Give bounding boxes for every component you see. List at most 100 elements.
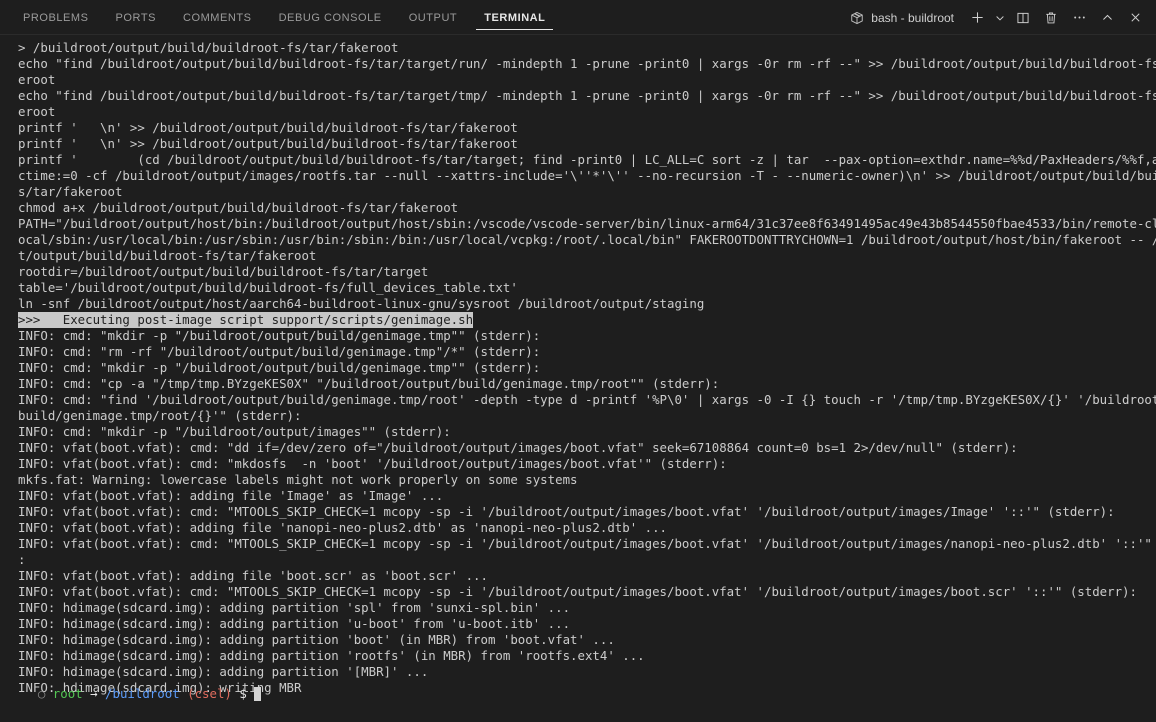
panel-actions: bash - buildroot xyxy=(846,0,1156,35)
new-terminal-button[interactable] xyxy=(964,5,990,31)
panel-tab-list: PROBLEMS PORTS COMMENTS DEBUG CONSOLE OU… xyxy=(0,0,563,35)
terminal-panel[interactable]: > /buildroot/output/build/buildroot-fs/t… xyxy=(0,35,1156,722)
terminal-line-text: INFO: cmd: "rm -rf "/buildroot/output/bu… xyxy=(18,344,541,359)
terminal-line: eroot xyxy=(18,72,1156,88)
plus-icon xyxy=(970,10,985,25)
terminal-line-text: INFO: vfat(boot.vfat): cmd: "mkdosfs -n … xyxy=(18,456,727,471)
prompt-path: /buildroot xyxy=(105,686,180,701)
terminal-line: INFO: cmd: "find '/buildroot/output/buil… xyxy=(18,392,1156,408)
prompt-user: root xyxy=(52,686,83,701)
panel-header: PROBLEMS PORTS COMMENTS DEBUG CONSOLE OU… xyxy=(0,0,1156,35)
tab-ports-label: PORTS xyxy=(115,11,156,24)
terminal-line-text: INFO: vfat(boot.vfat): adding file 'Imag… xyxy=(18,488,444,503)
terminal-line: INFO: cmd: "mkdir -p "/buildroot/output/… xyxy=(18,328,1156,344)
prompt-git-branch: (csel) xyxy=(187,686,232,701)
terminal-line: INFO: vfat(boot.vfat): cmd: "mkdosfs -n … xyxy=(18,456,1156,472)
terminal-line: INFO: hdimage(sdcard.img): adding partit… xyxy=(18,616,1156,632)
terminal-line: table='/buildroot/output/build/buildroot… xyxy=(18,280,1156,296)
tab-output[interactable]: OUTPUT xyxy=(400,0,467,35)
terminal-line-text: INFO: hdimage(sdcard.img): adding partit… xyxy=(18,616,571,631)
terminal-line: rootdir=/buildroot/output/build/buildroo… xyxy=(18,264,1156,280)
terminal-line-text: INFO: cmd: "mkdir -p "/buildroot/output/… xyxy=(18,424,451,439)
terminal-line: : xyxy=(18,552,1156,568)
terminal-line: printf ' \n' >> /buildroot/output/build/… xyxy=(18,120,1156,136)
terminal-line-text: printf ' \n' >> /buildroot/output/build/… xyxy=(18,136,518,151)
terminal-line: PATH="/buildroot/output/host/bin:/buildr… xyxy=(18,216,1156,232)
terminal-output[interactable]: > /buildroot/output/build/buildroot-fs/t… xyxy=(0,40,1156,696)
ellipsis-icon xyxy=(1072,10,1087,25)
terminal-line: INFO: vfat(boot.vfat): cmd: "MTOOLS_SKIP… xyxy=(18,504,1156,520)
terminal-line: printf ' \n' >> /buildroot/output/build/… xyxy=(18,136,1156,152)
split-terminal-button[interactable] xyxy=(1010,5,1036,31)
maximize-panel-button[interactable] xyxy=(1094,5,1120,31)
terminal-line: echo "find /buildroot/output/build/build… xyxy=(18,88,1156,104)
prompt-symbol: $ xyxy=(239,686,247,701)
terminal-line-text: build/genimage.tmp/root/{}'" (stderr): xyxy=(18,408,302,423)
terminal-line-text: mkfs.fat: Warning: lowercase labels migh… xyxy=(18,472,578,487)
terminal-line-text: INFO: vfat(boot.vfat): adding file 'nano… xyxy=(18,520,668,535)
terminal-line: INFO: cmd: "mkdir -p "/buildroot/output/… xyxy=(18,360,1156,376)
split-panel-icon xyxy=(1016,11,1030,25)
close-panel-button[interactable] xyxy=(1122,5,1148,31)
terminal-line-text: eroot xyxy=(18,72,56,87)
terminal-line: build/genimage.tmp/root/{}'" (stderr): xyxy=(18,408,1156,424)
terminal-line: INFO: cmd: "mkdir -p "/buildroot/output/… xyxy=(18,424,1156,440)
terminal-prompt[interactable]: ○ root → /buildroot (csel) $ xyxy=(0,670,1156,718)
terminal-cursor[interactable] xyxy=(254,687,262,701)
box-icon xyxy=(850,11,864,25)
active-terminal-label: bash - buildroot xyxy=(871,10,954,25)
terminal-line: INFO: cmd: "cp -a "/tmp/tmp.BYzgeKES0X" … xyxy=(18,376,1156,392)
terminal-line-text: ln -snf /buildroot/output/host/aarch64-b… xyxy=(18,296,705,311)
terminal-line-text: INFO: cmd: "mkdir -p "/buildroot/output/… xyxy=(18,328,541,343)
tab-debug-console[interactable]: DEBUG CONSOLE xyxy=(270,0,391,35)
tab-comments-label: COMMENTS xyxy=(182,11,252,24)
terminal-line-text: table='/buildroot/output/build/buildroot… xyxy=(18,280,518,295)
terminal-line: mkfs.fat: Warning: lowercase labels migh… xyxy=(18,472,1156,488)
terminal-line-text: INFO: vfat(boot.vfat): cmd: "MTOOLS_SKIP… xyxy=(18,504,1115,519)
terminal-line: ln -snf /buildroot/output/host/aarch64-b… xyxy=(18,296,1156,312)
close-icon xyxy=(1129,11,1142,24)
terminal-line: INFO: hdimage(sdcard.img): adding partit… xyxy=(18,632,1156,648)
tab-terminal[interactable]: TERMINAL xyxy=(475,0,554,35)
terminal-line-text: INFO: cmd: "mkdir -p "/buildroot/output/… xyxy=(18,360,541,375)
terminal-line: INFO: hdimage(sdcard.img): adding partit… xyxy=(18,648,1156,664)
tab-problems[interactable]: PROBLEMS xyxy=(14,0,98,35)
terminal-line-text: PATH="/buildroot/output/host/bin:/buildr… xyxy=(18,216,1156,231)
terminal-line: chmod a+x /buildroot/output/build/buildr… xyxy=(18,200,1156,216)
tab-problems-label: PROBLEMS xyxy=(23,11,89,24)
terminal-line: t/output/build/buildroot-fs/tar/fakeroot xyxy=(18,248,1156,264)
terminal-line: INFO: hdimage(sdcard.img): adding partit… xyxy=(18,600,1156,616)
terminal-line: INFO: vfat(boot.vfat): adding file 'boot… xyxy=(18,568,1156,584)
terminal-line-text: INFO: hdimage(sdcard.img): adding partit… xyxy=(18,648,645,663)
terminal-line: INFO: vfat(boot.vfat): cmd: "dd if=/dev/… xyxy=(18,440,1156,456)
terminal-line-text: INFO: vfat(boot.vfat): cmd: "MTOOLS_SKIP… xyxy=(18,584,1137,599)
terminal-line: echo "find /buildroot/output/build/build… xyxy=(18,56,1156,72)
terminal-line: INFO: vfat(boot.vfat): cmd: "MTOOLS_SKIP… xyxy=(18,584,1156,600)
tab-terminal-label: TERMINAL xyxy=(484,11,546,24)
terminal-line-text: chmod a+x /buildroot/output/build/buildr… xyxy=(18,200,459,215)
terminal-line-text: ctime:=0 -cf /buildroot/output/images/ro… xyxy=(18,168,1156,183)
terminal-line: s/tar/fakeroot xyxy=(18,184,1156,200)
trash-icon xyxy=(1044,11,1058,25)
active-terminal-chip[interactable]: bash - buildroot xyxy=(846,11,962,25)
terminal-line-text: : xyxy=(18,552,26,567)
terminal-line-text: INFO: hdimage(sdcard.img): adding partit… xyxy=(18,600,571,615)
terminal-profile-dropdown[interactable] xyxy=(992,5,1008,31)
terminal-line: > /buildroot/output/build/buildroot-fs/t… xyxy=(18,40,1156,56)
terminal-line: INFO: vfat(boot.vfat): adding file 'nano… xyxy=(18,520,1156,536)
chevron-down-icon xyxy=(994,12,1006,24)
tab-debug-console-label: DEBUG CONSOLE xyxy=(278,11,382,24)
terminal-line-text: t/output/build/buildroot-fs/tar/fakeroot xyxy=(18,248,317,263)
chevron-up-icon xyxy=(1101,11,1114,24)
terminal-line: INFO: cmd: "rm -rf "/buildroot/output/bu… xyxy=(18,344,1156,360)
more-actions-button[interactable] xyxy=(1066,5,1092,31)
terminal-line-text: INFO: hdimage(sdcard.img): adding partit… xyxy=(18,632,615,647)
terminal-line: INFO: vfat(boot.vfat): adding file 'Imag… xyxy=(18,488,1156,504)
tab-comments[interactable]: COMMENTS xyxy=(174,0,261,35)
terminal-line-text: echo "find /buildroot/output/build/build… xyxy=(18,88,1156,103)
kill-terminal-button[interactable] xyxy=(1038,5,1064,31)
terminal-line-selected: >>> Executing post-image script support/… xyxy=(18,312,474,328)
tab-ports[interactable]: PORTS xyxy=(107,0,165,35)
terminal-line-text: INFO: cmd: "cp -a "/tmp/tmp.BYzgeKES0X" … xyxy=(18,376,720,391)
tab-output-label: OUTPUT xyxy=(408,11,458,24)
